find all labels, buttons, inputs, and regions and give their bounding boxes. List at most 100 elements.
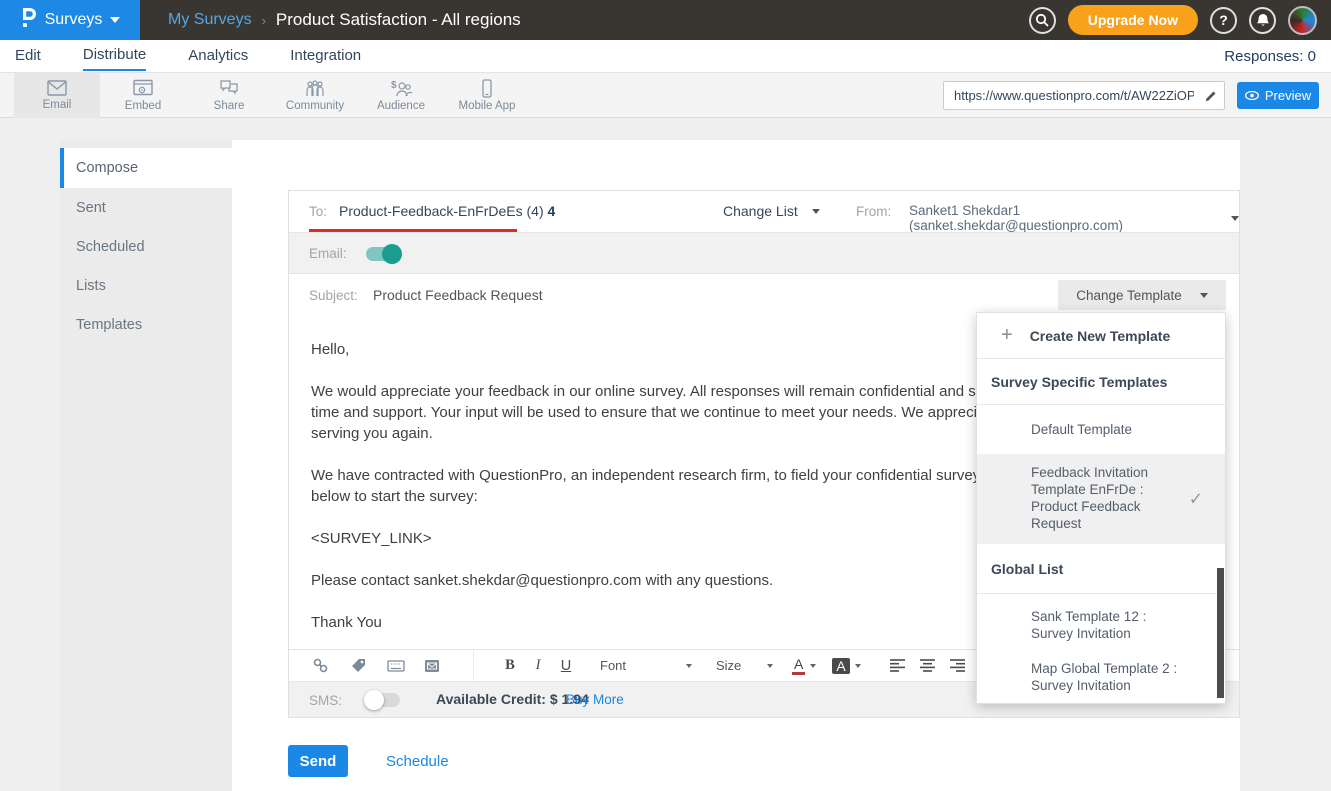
align-right-icon [950, 659, 965, 672]
recipient-count: 4 [548, 203, 556, 219]
product-switcher[interactable]: Surveys [0, 0, 140, 40]
channel-embed[interactable]: Embed [100, 73, 186, 118]
notifications-button[interactable] [1249, 7, 1276, 34]
email-sidebar: Compose Sent Scheduled Lists Templates [60, 140, 232, 791]
background-color-button[interactable]: A [832, 658, 860, 674]
survey-url-box [943, 81, 1225, 110]
template-menu: + Create New Template Survey Specific Te… [976, 312, 1226, 704]
chevron-down-icon [110, 17, 120, 23]
survey-url-input[interactable] [944, 88, 1198, 103]
underline-button[interactable]: U [552, 658, 580, 674]
email-icon [46, 79, 68, 97]
channel-email[interactable]: Email [14, 73, 100, 118]
channel-mobile-app[interactable]: Mobile App [444, 73, 530, 118]
responses-count[interactable]: Responses: 0 [1224, 48, 1316, 65]
sidebar-item-templates[interactable]: Templates [60, 305, 232, 344]
channel-community[interactable]: Community [272, 73, 358, 118]
topbar-actions: Upgrade Now ? [1029, 5, 1331, 35]
sidebar-item-lists[interactable]: Lists [60, 266, 232, 305]
email-label: Email: [309, 246, 347, 261]
menu-item-default-template[interactable]: Default Template [977, 405, 1225, 454]
from-sender-dropdown[interactable]: Sanket1 Shekdar1 (sanket.shekdar@questio… [909, 203, 1239, 233]
help-button[interactable]: ? [1210, 7, 1237, 34]
sidebar-item-scheduled[interactable]: Scheduled [60, 227, 232, 266]
to-label: To: [309, 204, 327, 219]
subject-row: Subject: Product Feedback Request Change… [289, 273, 1239, 315]
schedule-link[interactable]: Schedule [386, 753, 449, 770]
align-center-icon [920, 659, 935, 672]
menu-item-map-global-template-2[interactable]: Map Global Template 2 : Survey Invitatio… [977, 651, 1225, 703]
create-new-template-item[interactable]: + Create New Template [977, 313, 1225, 359]
embed-icon [132, 79, 154, 98]
edit-url-button[interactable] [1198, 82, 1224, 109]
tab-integration[interactable]: Integration [290, 42, 361, 70]
channel-share[interactable]: Share [186, 73, 272, 118]
sms-label: SMS: [309, 693, 342, 708]
channel-audience[interactable]: $ Audience [358, 73, 444, 118]
mobile-icon [476, 79, 498, 98]
bold-button[interactable]: B [496, 657, 524, 674]
link-icon [312, 657, 329, 674]
chevron-down-icon [855, 664, 861, 668]
menu-scrollbar[interactable] [1217, 568, 1224, 698]
keyboard-button[interactable] [381, 660, 411, 672]
buy-more-link[interactable]: Buy More [566, 692, 624, 707]
distribution-channels: Email Embed Share Community $ Audience M… [0, 73, 1331, 118]
tab-edit[interactable]: Edit [15, 42, 41, 70]
share-icon [218, 79, 240, 98]
upgrade-now-button[interactable]: Upgrade Now [1068, 5, 1198, 35]
send-button[interactable]: Send [288, 745, 348, 777]
plus-icon: + [1001, 324, 1013, 347]
svg-text:$: $ [391, 80, 397, 91]
align-right-button[interactable] [943, 659, 973, 672]
survey-title: Product Satisfaction - All regions [276, 10, 521, 30]
sidebar-item-sent[interactable]: Sent [60, 188, 232, 227]
change-list-dropdown[interactable]: Change List [723, 203, 820, 219]
align-left-button[interactable] [883, 659, 913, 672]
to-list-value[interactable]: Product-Feedback-EnFrDeEs (4) 4 [339, 203, 555, 219]
toolbar-divider [473, 650, 474, 682]
tab-distribute[interactable]: Distribute [83, 41, 146, 71]
menu-item-sank-template-12[interactable]: Sank Template 12 : Survey Invitation [977, 594, 1225, 651]
font-size-select[interactable]: Size [716, 658, 772, 673]
menu-item-feedback-invitation-template[interactable]: Feedback Invitation Template EnFrDe : Pr… [977, 454, 1225, 544]
bell-icon [1256, 13, 1270, 28]
product-name: Surveys [45, 11, 103, 29]
search-button[interactable] [1029, 7, 1056, 34]
check-icon: ✓ [1189, 491, 1203, 508]
font-family-select[interactable]: Font [600, 658, 692, 673]
text-color-button[interactable]: A [792, 656, 816, 675]
align-center-button[interactable] [913, 659, 943, 672]
tab-analytics[interactable]: Analytics [188, 42, 248, 70]
merge-tag-button[interactable] [343, 657, 373, 674]
audience-icon: $ [389, 79, 413, 98]
tag-icon [350, 657, 367, 674]
chevron-down-icon [1231, 216, 1239, 221]
subject-label: Subject: [309, 288, 358, 303]
global-list-header: Global List [977, 544, 1225, 594]
email-toggle[interactable] [366, 247, 400, 261]
italic-button[interactable]: I [524, 657, 552, 674]
insert-link-button[interactable] [305, 657, 335, 674]
pencil-icon [1205, 89, 1218, 102]
breadcrumb: My Surveys › Product Satisfaction - All … [168, 10, 521, 30]
survey-specific-templates-header: Survey Specific Templates [977, 359, 1225, 405]
from-label: From: [856, 204, 891, 219]
subject-input[interactable]: Product Feedback Request [373, 287, 543, 303]
change-template-dropdown[interactable]: Change Template [1058, 280, 1226, 310]
user-avatar[interactable] [1288, 6, 1317, 35]
preview-button[interactable]: Preview [1237, 82, 1319, 109]
chevron-down-icon [810, 664, 816, 668]
chevron-down-icon [686, 664, 692, 668]
email-preview-button[interactable] [417, 659, 447, 673]
community-icon [303, 79, 327, 98]
topbar: Surveys My Surveys › Product Satisfactio… [0, 0, 1331, 40]
chevron-down-icon [812, 209, 820, 214]
questionpro-logo-icon [20, 7, 37, 34]
breadcrumb-separator-icon: › [262, 13, 266, 28]
search-icon [1035, 13, 1049, 27]
sms-toggle[interactable] [366, 693, 400, 707]
sidebar-item-compose[interactable]: Compose [60, 148, 232, 188]
menu-item-test-global-test-g[interactable]: Test Global Test G : Test BAA G [977, 703, 1225, 704]
breadcrumb-my-surveys[interactable]: My Surveys [168, 11, 252, 29]
